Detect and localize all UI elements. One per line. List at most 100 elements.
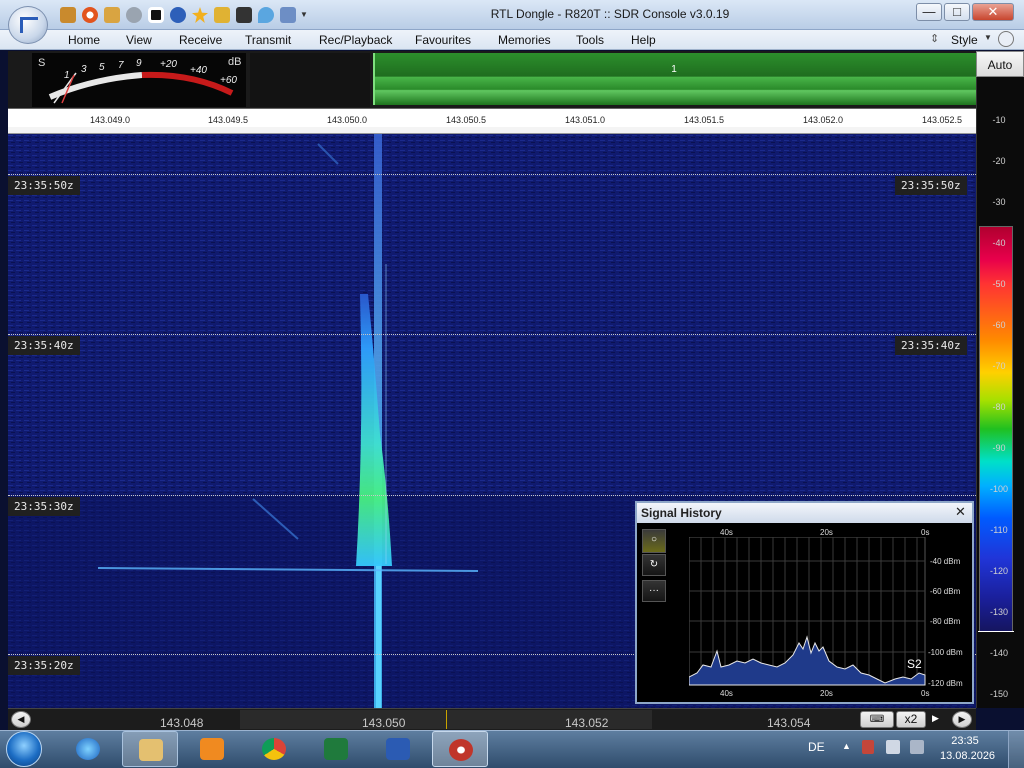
- taskbar-ie[interactable]: [60, 731, 116, 767]
- drop-icon[interactable]: [258, 7, 274, 23]
- history-dbm-label: -40 dBm: [930, 557, 961, 566]
- history-reset-button[interactable]: ↻: [642, 554, 666, 576]
- menu-memories[interactable]: Memories: [498, 33, 551, 47]
- style-menu[interactable]: Style: [951, 33, 978, 47]
- taskbar-sdr-console[interactable]: [432, 731, 488, 767]
- menu-tools[interactable]: Tools: [576, 33, 604, 47]
- s-tick: 9: [136, 58, 142, 69]
- plus-tick: +60: [220, 75, 237, 86]
- signal-history-title: Signal History: [641, 506, 722, 520]
- tray-clock[interactable]: 23:35 13.08.2026: [940, 734, 995, 764]
- undo-icon[interactable]: [280, 7, 296, 23]
- tray-app-icon[interactable]: [862, 740, 874, 754]
- taskbar-word[interactable]: [370, 731, 426, 767]
- menu-help[interactable]: Help: [631, 33, 656, 47]
- play-icon[interactable]: [126, 7, 142, 23]
- db-label: -80: [992, 402, 1006, 412]
- minimize-button[interactable]: —: [916, 3, 942, 21]
- sdr-console-icon: [449, 739, 473, 761]
- timestamp-right: 23:35:40z: [895, 336, 967, 355]
- taskbar-media-player[interactable]: [184, 731, 240, 767]
- start-button[interactable]: [6, 731, 42, 767]
- style-dropdown-icon[interactable]: ▼: [984, 33, 992, 42]
- history-dbm-label: -80 dBm: [930, 617, 961, 626]
- bottom-freq-label: 143.054: [767, 716, 811, 730]
- menu-favourites[interactable]: Favourites: [415, 33, 471, 47]
- add-icon[interactable]: [170, 7, 186, 23]
- close-button[interactable]: ✕: [972, 3, 1014, 21]
- tray-flag-icon[interactable]: [886, 740, 900, 754]
- menu-home[interactable]: Home: [68, 33, 100, 47]
- language-indicator[interactable]: DE: [808, 740, 825, 754]
- freq-label: 143.052.5: [922, 115, 963, 125]
- s-tick: 3: [81, 64, 87, 75]
- bottom-freq-label: 143.050: [362, 716, 406, 730]
- quick-access-dropdown-icon[interactable]: ▼: [300, 10, 308, 19]
- bottom-freq-label: 143.052: [565, 716, 609, 730]
- minimize-ribbon-icon[interactable]: [998, 31, 1014, 47]
- chrome-icon: [262, 738, 286, 760]
- plus-tick: +40: [190, 65, 207, 76]
- time-gridline: [8, 334, 976, 335]
- word-icon: [386, 738, 410, 760]
- history-plot: [689, 537, 926, 686]
- db-label: -110: [990, 525, 1008, 535]
- maximize-button[interactable]: □: [944, 3, 970, 21]
- time-gridline: [8, 174, 976, 175]
- menu-receive[interactable]: Receive: [179, 33, 222, 47]
- history-time-label: 20s: [820, 528, 833, 537]
- history-record-button[interactable]: ○: [642, 529, 666, 553]
- s-tick: 7: [118, 60, 124, 71]
- timestamp-right: 23:35:50z: [895, 176, 967, 195]
- menu-view[interactable]: View: [126, 33, 152, 47]
- zoom-button[interactable]: x2: [896, 711, 926, 728]
- s-meter-s-label: S: [38, 57, 46, 69]
- style-spinner-icon[interactable]: ⇕: [930, 32, 939, 45]
- zoom-arrow-icon[interactable]: ▶: [932, 713, 939, 724]
- taskbar-excel[interactable]: [308, 731, 364, 767]
- folder-icon[interactable]: [104, 7, 120, 23]
- timestamp-left: 23:35:20z: [8, 656, 80, 675]
- spectrum-display[interactable]: [373, 53, 976, 105]
- db-label: -50: [992, 279, 1006, 289]
- history-time-label: 40s: [720, 528, 733, 537]
- tuning-marker: [446, 710, 447, 729]
- clock-time: 23:35: [951, 735, 979, 747]
- stop-icon[interactable]: [148, 7, 164, 23]
- splitter-bar[interactable]: [8, 127, 976, 134]
- lock-icon[interactable]: [214, 7, 230, 23]
- history-time-label: 20s: [820, 689, 833, 698]
- lifebuoy-icon[interactable]: [82, 7, 98, 23]
- db-label: -70: [992, 361, 1006, 371]
- auto-scale-button[interactable]: Auto: [976, 51, 1024, 77]
- time-gridline: [8, 495, 976, 496]
- keyboard-icon[interactable]: ⌨: [860, 711, 894, 728]
- show-desktop-button[interactable]: [1008, 731, 1024, 768]
- camera-icon[interactable]: [236, 7, 252, 23]
- app-logo-icon: [20, 17, 38, 33]
- db-label: -130: [989, 607, 1008, 617]
- menu-rec-playback[interactable]: Rec/Playback: [319, 33, 392, 47]
- history-more-button[interactable]: ···: [642, 580, 666, 602]
- home-icon[interactable]: [60, 7, 76, 23]
- timestamp-left: 23:35:30z: [8, 497, 80, 516]
- taskbar-chrome[interactable]: [246, 731, 302, 767]
- menu-transmit[interactable]: Transmit: [245, 33, 291, 47]
- spectrum-marker: 1: [671, 64, 677, 75]
- taskbar-explorer[interactable]: [122, 731, 178, 767]
- spectrum-dark-area: [250, 53, 370, 107]
- history-time-label: 40s: [720, 689, 733, 698]
- timestamp-left: 23:35:50z: [8, 176, 80, 195]
- db-label: -100: [989, 484, 1008, 494]
- scroll-left-icon[interactable]: ◀: [11, 711, 31, 728]
- signal-history-close-button[interactable]: ✕: [955, 504, 966, 520]
- media-player-icon: [200, 738, 224, 760]
- freq-label: 143.051.0: [565, 115, 606, 125]
- freq-label: 143.049.0: [90, 115, 131, 125]
- network-icon[interactable]: [910, 740, 924, 754]
- scroll-right-icon[interactable]: ▶: [952, 711, 972, 728]
- app-menu-button[interactable]: [8, 6, 48, 44]
- folder-icon: [139, 739, 163, 761]
- freq-label: 143.049.5: [208, 115, 249, 125]
- tray-expand-icon[interactable]: ▲: [842, 741, 851, 751]
